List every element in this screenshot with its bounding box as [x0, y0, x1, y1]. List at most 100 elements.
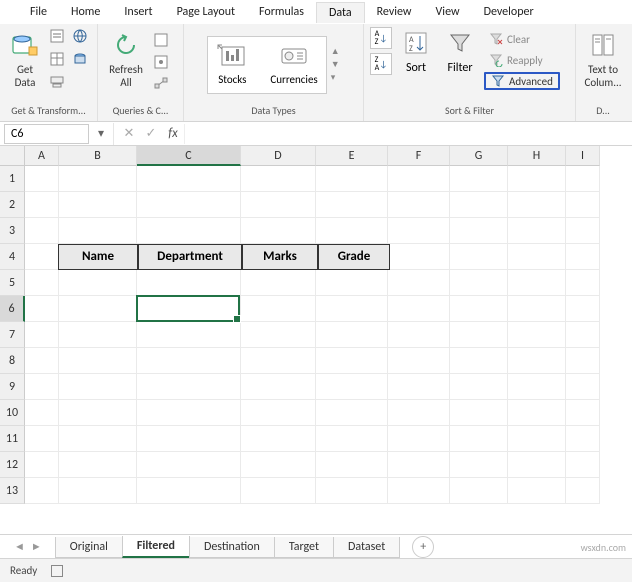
datatype-up-icon[interactable]: ▲	[331, 46, 340, 57]
filter-button[interactable]: Filter	[440, 27, 480, 93]
get-data-small-icons	[48, 27, 91, 93]
edit-links-icon[interactable]	[152, 75, 170, 93]
sort-label: Sort	[406, 61, 426, 75]
watermark: wsxdn.com	[581, 541, 626, 554]
existing-conn-icon[interactable]	[48, 73, 66, 91]
cancel-formula-icon[interactable]: ✕	[118, 126, 140, 141]
from-web-icon[interactable]	[71, 27, 89, 45]
row-3[interactable]: 3	[0, 218, 25, 244]
name-box[interactable]: C6	[4, 124, 89, 144]
col-B[interactable]: B	[59, 146, 137, 166]
sheet-tab-original[interactable]: Original	[55, 537, 123, 558]
sheet-nav: ◄ ►	[0, 540, 56, 553]
row-4[interactable]: 4	[0, 244, 25, 270]
group-get-transform: Get Data Get & Transform...	[0, 24, 98, 121]
enter-formula-icon[interactable]: ✓	[140, 126, 162, 141]
refresh-all-button[interactable]: Refresh All	[104, 27, 148, 97]
row-6[interactable]: 6	[0, 296, 25, 322]
properties-icon[interactable]	[152, 53, 170, 71]
row-11[interactable]: 11	[0, 426, 25, 452]
sort-button[interactable]: AZ Sort	[396, 27, 436, 93]
fx-icon[interactable]: fx	[162, 126, 184, 141]
datatype-expand-icon[interactable]: ▾	[331, 72, 340, 83]
tab-data[interactable]: Data	[316, 2, 365, 23]
advanced-icon	[491, 74, 505, 88]
sheet-prev-icon[interactable]: ◄	[14, 540, 25, 553]
add-sheet-button[interactable]: +	[412, 536, 434, 558]
row-13[interactable]: 13	[0, 478, 25, 504]
col-C[interactable]: C	[137, 146, 241, 166]
row-1[interactable]: 1	[0, 166, 25, 192]
filter-label: Filter	[447, 61, 472, 75]
reapply-label: Reapply	[507, 54, 543, 67]
reapply-icon	[489, 53, 503, 67]
get-data-button[interactable]: Get Data	[6, 27, 44, 97]
separator	[113, 123, 114, 145]
clear-button[interactable]: Clear	[484, 30, 560, 48]
status-bar: Ready	[0, 558, 632, 582]
recent-sources-icon[interactable]	[71, 50, 89, 68]
datatype-down-icon[interactable]: ▼	[331, 59, 340, 70]
from-text-icon[interactable]	[48, 27, 66, 45]
col-H[interactable]: H	[508, 146, 566, 166]
sort-az-button[interactable]: AZ↓	[370, 27, 392, 49]
tab-page-layout[interactable]: Page Layout	[165, 2, 247, 22]
refresh-icon	[110, 29, 142, 61]
col-E[interactable]: E	[316, 146, 388, 166]
header-grade[interactable]: Grade	[318, 244, 390, 270]
clear-label: Clear	[507, 33, 530, 46]
select-all-corner[interactable]	[0, 146, 25, 166]
col-A[interactable]: A	[25, 146, 59, 166]
group-label-datatypes: Data Types	[190, 102, 357, 120]
refresh-label: Refresh All	[109, 63, 143, 89]
sheet-tab-target[interactable]: Target	[274, 537, 334, 558]
currencies-button[interactable]: Currencies	[270, 43, 317, 86]
row-2[interactable]: 2	[0, 192, 25, 218]
tab-formulas[interactable]: Formulas	[247, 2, 316, 22]
group-label-get-transform: Get & Transform...	[6, 102, 91, 120]
tab-review[interactable]: Review	[365, 2, 424, 22]
sort-za-button[interactable]: ZA↓	[370, 53, 392, 75]
tab-view[interactable]: View	[424, 2, 472, 22]
macro-record-icon[interactable]	[51, 565, 63, 577]
tab-insert[interactable]: Insert	[112, 2, 164, 22]
cells-area[interactable]: Name Department Marks Grade	[25, 166, 632, 516]
advanced-button[interactable]: Advanced	[484, 72, 560, 90]
spreadsheet-grid: A B C D E F G H I 1 2 3 4 5 6 7 8 9 10 1…	[0, 146, 632, 516]
sheet-next-icon[interactable]: ►	[31, 540, 42, 553]
col-G[interactable]: G	[450, 146, 508, 166]
stocks-icon	[216, 43, 248, 69]
row-10[interactable]: 10	[0, 400, 25, 426]
sheet-tabs: Original Filtered Destination Target Dat…	[56, 535, 400, 558]
tab-home[interactable]: Home	[59, 2, 112, 22]
col-F[interactable]: F	[388, 146, 450, 166]
active-cell[interactable]	[136, 295, 240, 322]
header-marks[interactable]: Marks	[242, 244, 318, 270]
svg-text:Z: Z	[409, 44, 413, 54]
row-5[interactable]: 5	[0, 270, 25, 296]
col-D[interactable]: D	[241, 146, 316, 166]
sheet-tab-dataset[interactable]: Dataset	[333, 537, 400, 558]
tab-file[interactable]: File	[18, 2, 59, 22]
reapply-button[interactable]: Reapply	[484, 51, 560, 69]
sheet-tab-destination[interactable]: Destination	[189, 537, 275, 558]
header-department[interactable]: Department	[138, 244, 242, 270]
status-text: Ready	[10, 564, 37, 577]
row-12[interactable]: 12	[0, 452, 25, 478]
text-to-columns-icon	[587, 29, 619, 61]
row-8[interactable]: 8	[0, 348, 25, 374]
row-7[interactable]: 7	[0, 322, 25, 348]
row-9[interactable]: 9	[0, 374, 25, 400]
col-I[interactable]: I	[566, 146, 600, 166]
from-table-icon[interactable]	[48, 50, 66, 68]
column-headers: A B C D E F G H I	[0, 146, 632, 166]
filter-icon	[446, 29, 474, 61]
formula-bar[interactable]	[184, 124, 632, 144]
queries-icon[interactable]	[152, 31, 170, 49]
stocks-button[interactable]: Stocks	[216, 43, 248, 86]
sheet-tab-filtered[interactable]: Filtered	[122, 536, 190, 558]
header-name[interactable]: Name	[58, 244, 138, 270]
namebox-dropdown-icon[interactable]: ▾	[93, 126, 109, 141]
text-to-columns-button[interactable]: Text to Colum...	[582, 27, 624, 97]
tab-developer[interactable]: Developer	[472, 2, 546, 22]
